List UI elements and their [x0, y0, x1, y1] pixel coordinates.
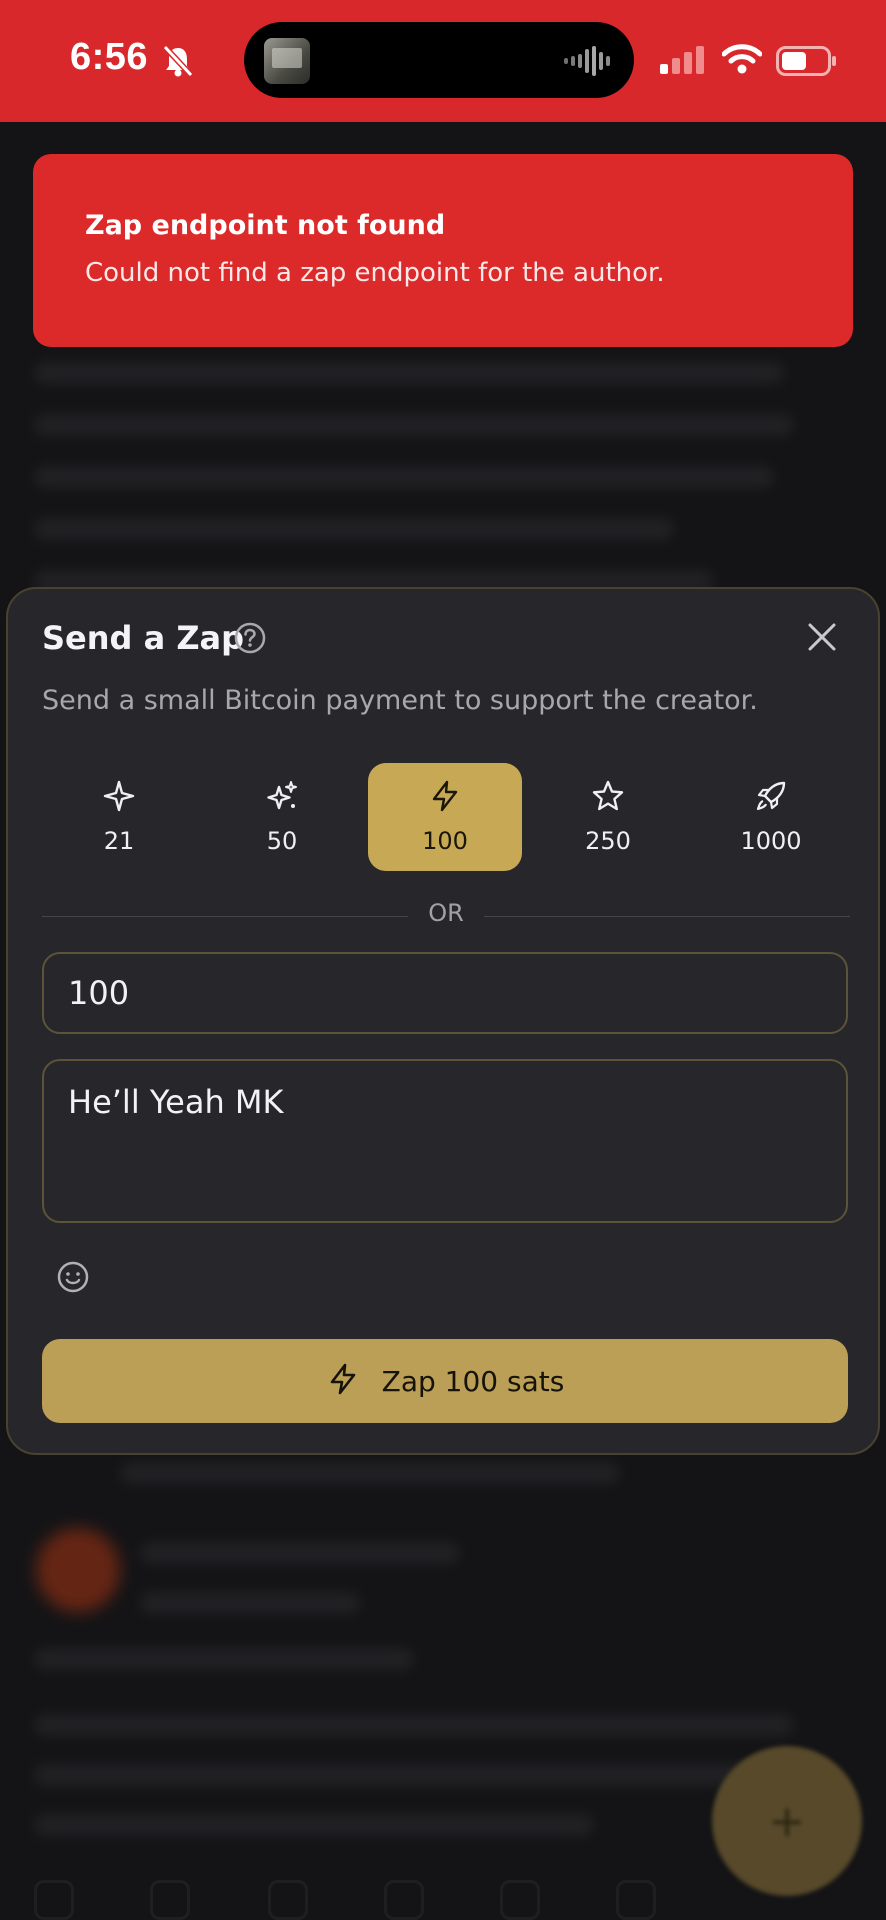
blurred-text [34, 1814, 594, 1836]
divider-line [484, 916, 850, 917]
blurred-text [34, 1764, 754, 1786]
dialog-subtitle: Send a small Bitcoin payment to support … [42, 685, 758, 716]
blurred-text [34, 518, 674, 540]
amount-value: 1000 [740, 827, 802, 855]
share-icon[interactable] [500, 1880, 540, 1920]
search-icon[interactable] [150, 1880, 190, 1920]
toast-title: Zap endpoint not found [85, 210, 446, 241]
or-label: OR [428, 899, 464, 927]
blurred-text [34, 1648, 414, 1670]
amount-value: 50 [266, 827, 298, 855]
blurred-text [140, 1592, 360, 1614]
star-icon [591, 779, 625, 817]
amount-option-100[interactable]: 100 [368, 763, 522, 871]
emoji-icon[interactable] [56, 1260, 90, 1298]
error-toast[interactable]: Zap endpoint not found Could not find a … [33, 154, 853, 347]
dialog-title: Send a Zap [42, 619, 245, 657]
avatar [36, 1528, 120, 1612]
lightning-icon [428, 779, 462, 817]
amount-option-50[interactable]: 50 [205, 763, 359, 871]
blurred-text [34, 466, 774, 488]
amount-option-1000[interactable]: 1000 [694, 763, 848, 871]
audio-wave-icon [564, 46, 612, 80]
close-icon[interactable] [806, 621, 838, 657]
blurred-text [140, 1542, 460, 1564]
compose-button[interactable]: + [712, 1746, 862, 1896]
notifications-icon[interactable] [384, 1880, 424, 1920]
amount-option-250[interactable]: 250 [531, 763, 685, 871]
zap-dialog: Send a Zap Send a small Bitcoin payment … [6, 587, 880, 1455]
amount-presets: 21 50 100 250 1000 [42, 763, 850, 871]
help-icon[interactable] [234, 622, 266, 658]
blurred-text [34, 1714, 794, 1736]
bell-slash-icon [160, 44, 196, 82]
amount-option-21[interactable]: 21 [42, 763, 196, 871]
amount-input-value: 100 [68, 974, 130, 1012]
zap-comment-field[interactable]: He’ll Yeah MK [42, 1059, 848, 1223]
amount-value: 250 [585, 827, 631, 855]
amount-value: 100 [422, 827, 468, 855]
blurred-text [34, 414, 794, 436]
plus-icon: + [768, 1795, 806, 1847]
status-time: 6:56 [70, 36, 149, 78]
zap-submit-button[interactable]: Zap 100 sats [42, 1339, 848, 1423]
rocket-icon [754, 779, 788, 817]
now-playing-thumbnail [264, 38, 310, 84]
or-divider: OR [42, 899, 850, 933]
blurred-text [120, 1462, 620, 1484]
sparkle-icon [102, 779, 136, 817]
messages-icon[interactable] [268, 1880, 308, 1920]
cellular-signal-icon [660, 46, 706, 78]
more-icon[interactable] [616, 1880, 656, 1920]
dynamic-island[interactable] [244, 22, 634, 98]
battery-icon [776, 46, 838, 80]
sparkles-icon [265, 779, 299, 817]
amount-value: 21 [103, 827, 135, 855]
custom-amount-input[interactable]: 100 [42, 952, 848, 1034]
comment-text: He’ll Yeah MK [68, 1083, 284, 1121]
lightning-icon [326, 1362, 360, 1400]
blurred-text [34, 362, 784, 384]
toast-message: Could not find a zap endpoint for the au… [85, 258, 665, 288]
home-icon[interactable] [34, 1880, 74, 1920]
status-bar: 6:56 [0, 0, 886, 122]
wifi-icon [721, 44, 763, 78]
zap-button-label: Zap 100 sats [381, 1364, 565, 1398]
